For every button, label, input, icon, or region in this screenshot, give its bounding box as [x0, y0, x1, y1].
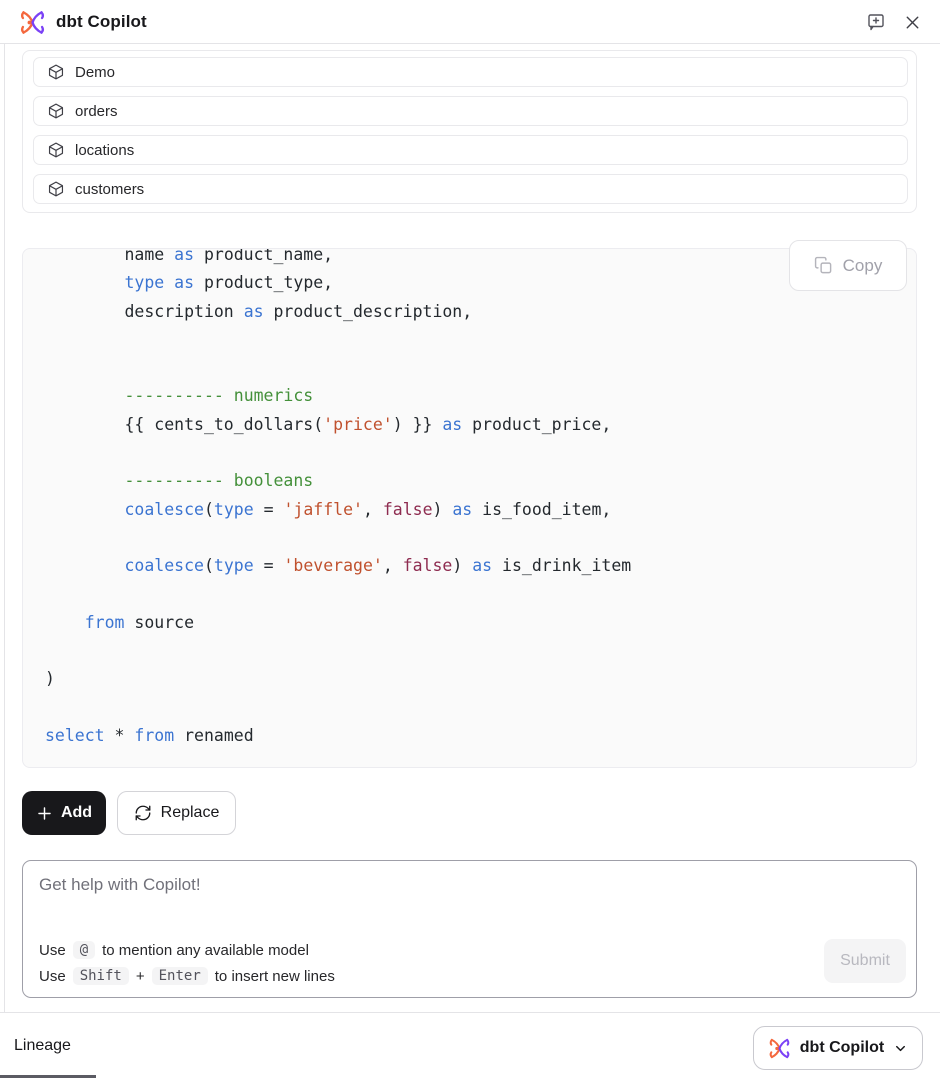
chevron-down-icon [893, 1041, 908, 1056]
cube-icon [47, 102, 65, 120]
cube-icon [47, 180, 65, 198]
copilot-mode-selector[interactable]: dbt Copilot [753, 1026, 923, 1070]
panel-left-divider [4, 44, 5, 1012]
panel-title: dbt Copilot [56, 0, 147, 44]
model-chip-label: orders [75, 103, 118, 120]
model-chip-customers[interactable]: customers [33, 174, 908, 204]
code-line: coalesce(type = 'jaffle', false) as is_f… [45, 496, 916, 524]
plus-separator: + [136, 968, 145, 985]
close-icon[interactable] [900, 10, 924, 34]
enter-key-badge: Enter [152, 967, 208, 985]
hint-word: Use [39, 942, 66, 959]
code-block: name as product_name, type as product_ty… [22, 248, 917, 768]
code-line [45, 439, 916, 467]
model-chip-label: locations [75, 142, 134, 159]
tab-lineage[interactable]: Lineage [14, 1037, 71, 1055]
replace-button[interactable]: Replace [117, 791, 236, 835]
code-line: ---------- numerics [45, 382, 916, 410]
dbt-copilot-logo-icon [19, 9, 46, 36]
code-line [45, 581, 916, 609]
code-line: from source [45, 609, 916, 637]
mention-hint-row: Use @ to mention any available model [39, 937, 335, 963]
code-line [45, 354, 916, 382]
cube-icon [47, 141, 65, 159]
replace-button-label: Replace [161, 804, 220, 822]
copilot-mode-label: dbt Copilot [800, 1039, 884, 1057]
code-line [45, 637, 916, 665]
model-chip-locations[interactable]: locations [33, 135, 908, 165]
code-line: ) [45, 665, 916, 693]
copy-icon [814, 256, 833, 275]
mention-hint-text: to mention any available model [102, 942, 309, 959]
model-list: Demo orders locations customers [22, 50, 917, 213]
copy-button[interactable]: Copy [789, 240, 907, 291]
code-line [45, 694, 916, 722]
add-button-label: Add [61, 804, 92, 822]
copilot-prompt-input[interactable] [39, 875, 739, 915]
at-key-badge: @ [73, 941, 95, 959]
model-chip-orders[interactable]: orders [33, 96, 908, 126]
code-lines: name as product_name, type as product_ty… [23, 248, 916, 750]
model-chip-label: customers [75, 181, 144, 198]
refresh-icon [134, 804, 152, 822]
newline-hint-text: to insert new lines [215, 968, 335, 985]
composer-hints: Use @ to mention any available model Use… [39, 937, 335, 989]
dbt-copilot-logo-icon [768, 1037, 791, 1060]
newline-hint-row: Use Shift + Enter to insert new lines [39, 963, 335, 989]
shift-key-badge: Shift [73, 967, 129, 985]
code-line: name as product_name, [45, 248, 916, 269]
code-line: select * from renamed [45, 722, 916, 750]
code-line: ---------- booleans [45, 467, 916, 495]
add-button[interactable]: Add [22, 791, 106, 835]
code-line: {{ cents_to_dollars('price') }} as produ… [45, 411, 916, 439]
code-line [45, 524, 916, 552]
copy-button-label: Copy [843, 256, 883, 276]
code-line: coalesce(type = 'beverage', false) as is… [45, 552, 916, 580]
copilot-composer: Use @ to mention any available model Use… [22, 860, 917, 998]
footer-divider [0, 1012, 940, 1013]
cube-icon [47, 63, 65, 81]
hint-word: Use [39, 968, 66, 985]
code-line [45, 326, 916, 354]
code-line: description as product_description, [45, 298, 916, 326]
popout-plus-icon[interactable] [864, 10, 888, 34]
panel-header: dbt Copilot [0, 0, 940, 44]
model-chip-demo[interactable]: Demo [33, 57, 908, 87]
model-chip-label: Demo [75, 64, 115, 81]
code-line: type as product_type, [45, 269, 916, 297]
plus-icon [36, 805, 53, 822]
submit-button[interactable]: Submit [824, 939, 906, 983]
